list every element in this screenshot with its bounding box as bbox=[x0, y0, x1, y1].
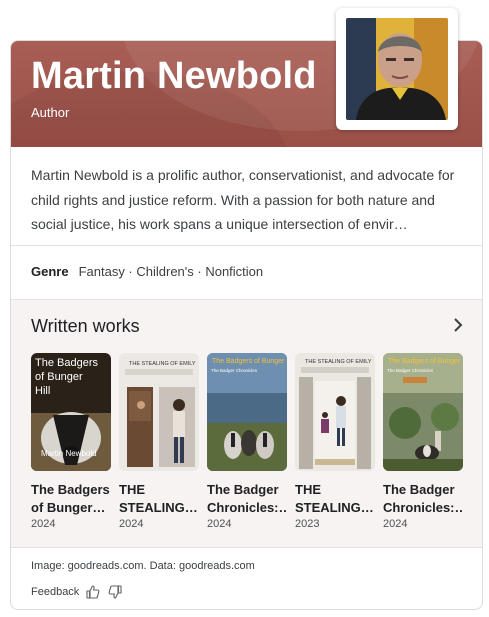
svg-text:Hill: Hill bbox=[35, 385, 50, 397]
author-subtitle: Author bbox=[31, 105, 70, 120]
book-cover[interactable]: THE STEALING OF EMILY bbox=[119, 353, 199, 471]
svg-text:The Badgers of Bunger Hill: The Badgers of Bunger Hill bbox=[388, 358, 463, 365]
book-card[interactable]: The Badgers of Bunger Hill Martin Newbol… bbox=[31, 353, 111, 530]
book-title[interactable]: The Badger Chronicles:… bbox=[207, 481, 287, 517]
svg-text:The Badgers: The Badgers bbox=[35, 357, 98, 369]
genre-label: Genre bbox=[31, 264, 69, 279]
written-works-heading[interactable]: Written works bbox=[31, 316, 140, 337]
book-title[interactable]: THE STEALING… bbox=[295, 481, 375, 517]
genre-row: Genre Fantasy · Children's · Nonfiction bbox=[31, 264, 263, 279]
thumbs-up-icon[interactable] bbox=[85, 584, 101, 600]
book-cover[interactable]: The Badgers of Bunger Hill The Badger Ch… bbox=[383, 353, 463, 471]
divider bbox=[11, 245, 482, 246]
svg-text:The Badgers of Bunger Hill: The Badgers of Bunger Hill bbox=[212, 358, 287, 365]
svg-text:THE STEALING OF EMILY: THE STEALING OF EMILY bbox=[305, 359, 372, 365]
author-description: Martin Newbold is a prolific author, con… bbox=[31, 167, 455, 232]
svg-text:The Badger Chronicles: The Badger Chronicles bbox=[211, 368, 258, 373]
genre-value: Fantasy · Children's · Nonfiction bbox=[78, 264, 264, 279]
feedback-row: Feedback bbox=[31, 584, 123, 600]
book-year: 2024 bbox=[383, 518, 408, 530]
thumbs-down-icon[interactable] bbox=[107, 584, 123, 600]
chevron-right-icon[interactable] bbox=[451, 318, 465, 332]
svg-text:Martin Newbold: Martin Newbold bbox=[41, 449, 97, 458]
author-photo[interactable] bbox=[346, 18, 448, 120]
book-year: 2024 bbox=[119, 518, 144, 530]
book-cover[interactable]: The Badgers of Bunger Hill Martin Newbol… bbox=[31, 353, 111, 471]
book-title[interactable]: THE STEALING… bbox=[119, 481, 199, 517]
book-cover[interactable]: The Badgers of Bunger Hill The Badger Ch… bbox=[207, 353, 287, 471]
svg-text:of Bunger: of Bunger bbox=[35, 371, 83, 383]
svg-text:THE STEALING OF EMILY: THE STEALING OF EMILY bbox=[129, 361, 196, 367]
svg-text:The Badger Chronicles: The Badger Chronicles bbox=[387, 368, 434, 373]
book-card[interactable]: The Badgers of Bunger Hill The Badger Ch… bbox=[383, 353, 463, 530]
attribution: Image: goodreads.com. Data: goodreads.co… bbox=[31, 560, 255, 572]
book-card[interactable]: The Badgers of Bunger Hill The Badger Ch… bbox=[207, 353, 287, 530]
book-year: 2024 bbox=[31, 518, 56, 530]
book-title[interactable]: The Badgers of Bunger… bbox=[31, 481, 111, 517]
written-works-section: Written works The Badgers of Bunger Hill… bbox=[11, 300, 482, 547]
author-name: Martin Newbold bbox=[31, 55, 317, 97]
book-year: 2023 bbox=[295, 518, 320, 530]
author-photo-frame[interactable] bbox=[336, 8, 458, 130]
divider bbox=[11, 547, 482, 548]
book-cover[interactable]: THE STEALING OF EMILY bbox=[295, 353, 375, 471]
book-year: 2024 bbox=[207, 518, 232, 530]
book-card[interactable]: THE STEALING OF EMILY THE STEALING… 2023 bbox=[295, 353, 375, 530]
feedback-label: Feedback bbox=[31, 586, 80, 598]
book-card[interactable]: THE STEALING OF EMILY THE STEALING… 2024 bbox=[119, 353, 199, 530]
book-title[interactable]: The Badger Chronicles:… bbox=[383, 481, 463, 517]
